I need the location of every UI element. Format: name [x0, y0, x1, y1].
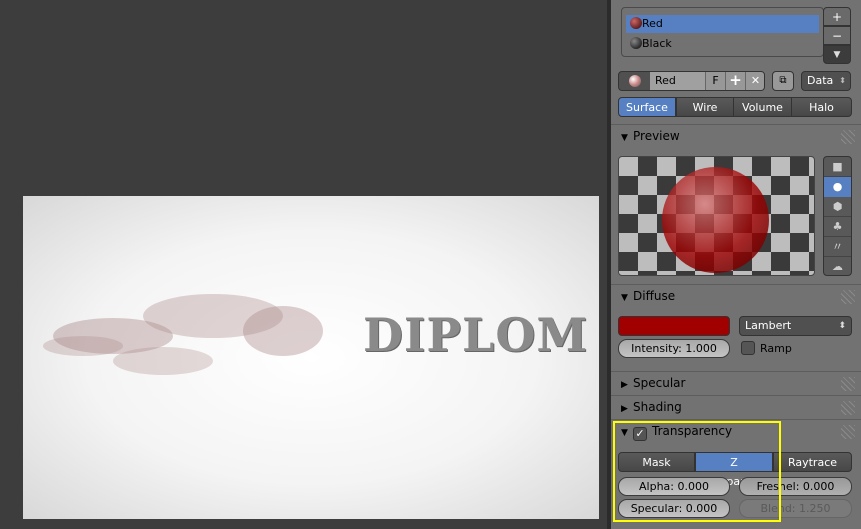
- preview-cube-icon[interactable]: ⬢: [824, 197, 851, 217]
- shader-value: Lambert: [745, 319, 792, 332]
- tab-surface[interactable]: Surface: [618, 97, 676, 117]
- material-slot-list[interactable]: Red Black: [621, 7, 824, 57]
- 3d-viewport[interactable]: DIPLOM: [0, 0, 607, 529]
- new-material-button[interactable]: +: [725, 72, 745, 90]
- tab-halo[interactable]: Halo: [791, 97, 852, 117]
- drag-grip-icon[interactable]: [841, 401, 855, 415]
- remove-slot-button[interactable]: −: [823, 26, 851, 45]
- preview-sphere: [662, 167, 769, 273]
- material-name-field[interactable]: Red: [650, 72, 705, 90]
- ramp-checkbox[interactable]: [741, 341, 755, 355]
- preview-panel-header[interactable]: ▼ Preview: [611, 124, 861, 148]
- link-dropdown[interactable]: Data ⬍: [801, 71, 851, 91]
- unlink-material-icon[interactable]: ✕: [745, 72, 764, 90]
- slot-name: Black: [642, 37, 672, 50]
- material-slot-black[interactable]: Black: [626, 35, 819, 53]
- panel-title: Specular: [633, 376, 686, 390]
- diffuse-shader-dropdown[interactable]: Lambert ⬍: [739, 316, 852, 336]
- preview-monkey-icon[interactable]: ♣: [824, 217, 851, 237]
- drag-grip-icon[interactable]: [841, 130, 855, 144]
- material-icon: [628, 75, 641, 87]
- expand-triangle-icon: ▶: [621, 380, 628, 390]
- intensity-slider[interactable]: Intensity: 1.000: [618, 339, 730, 358]
- updown-arrows-icon: ⬍: [838, 321, 846, 331]
- add-slot-button[interactable]: +: [823, 7, 851, 26]
- material-browse-button[interactable]: [619, 72, 650, 90]
- material-properties-panel: Red Black + − ▼ Red F + ✕ ⧉ Data ⬍ Surfac…: [611, 0, 861, 529]
- material-preview: [618, 156, 815, 276]
- specular-panel-header[interactable]: ▶ Specular: [611, 371, 861, 395]
- preview-hair-icon[interactable]: 〃: [824, 237, 851, 257]
- material-datablock: Red F + ✕: [618, 71, 765, 91]
- slot-name: Red: [642, 17, 663, 30]
- tab-volume[interactable]: Volume: [733, 97, 792, 117]
- node-toggle-icon[interactable]: ⧉: [772, 71, 794, 91]
- fake-user-button[interactable]: F: [705, 72, 725, 90]
- tab-wire[interactable]: Wire: [676, 97, 734, 117]
- drag-grip-icon[interactable]: [841, 377, 855, 391]
- render-preview: DIPLOM: [23, 196, 599, 519]
- material-slot-red[interactable]: Red: [626, 15, 819, 33]
- updown-arrows-icon: ⬍: [839, 76, 846, 85]
- ramp-label: Ramp: [760, 342, 792, 355]
- highlight-box: [613, 421, 781, 522]
- raytrace-button[interactable]: Raytrace: [773, 452, 852, 472]
- diffuse-panel-header[interactable]: ▼ Diffuse: [611, 284, 861, 308]
- render-text: DIPLOM: [363, 308, 589, 362]
- slot-menu-button[interactable]: ▼: [823, 45, 851, 64]
- panel-title: Preview: [633, 129, 680, 143]
- panel-title: Diffuse: [633, 289, 676, 303]
- preview-sphere-icon[interactable]: ●: [824, 177, 851, 197]
- preview-world-icon[interactable]: ☁: [824, 257, 851, 275]
- expand-triangle-icon: ▶: [621, 404, 628, 414]
- material-sphere-icon: [630, 17, 642, 29]
- material-sphere-icon: [630, 37, 642, 49]
- drag-grip-icon[interactable]: [841, 425, 855, 439]
- preview-type-selector: ■ ● ⬢ ♣ 〃 ☁: [823, 156, 852, 276]
- preview-flat-icon[interactable]: ■: [824, 157, 851, 177]
- collapse-triangle-icon: ▼: [621, 133, 628, 143]
- drag-grip-icon[interactable]: [841, 290, 855, 304]
- shading-panel-header[interactable]: ▶ Shading: [611, 395, 861, 419]
- panel-title: Shading: [633, 400, 682, 414]
- collapse-triangle-icon: ▼: [621, 293, 628, 303]
- diffuse-color-swatch[interactable]: [618, 316, 730, 336]
- link-value: Data: [807, 74, 834, 87]
